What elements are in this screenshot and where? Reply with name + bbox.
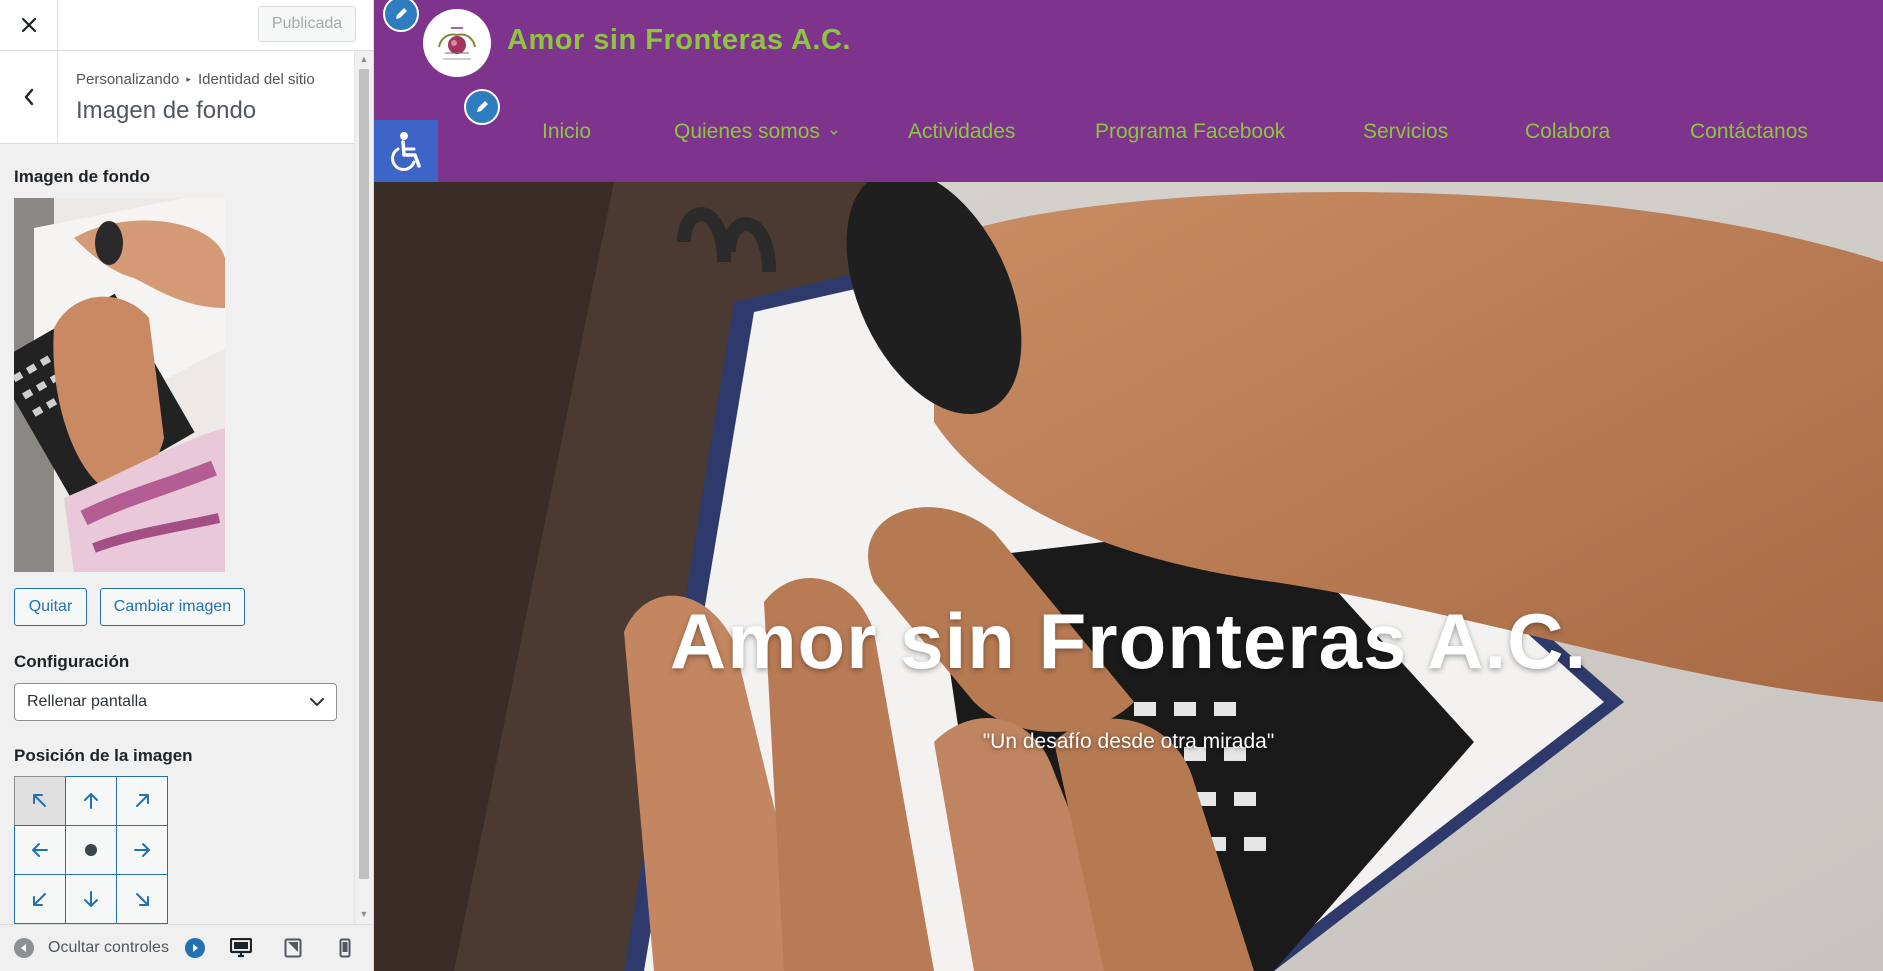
close-customizer-button[interactable] [0,0,58,50]
position-right-button[interactable] [115,824,168,875]
scroll-down-arrow-icon[interactable]: ▼ [359,909,369,919]
nav-item-actividades[interactable]: Actividades [908,120,1015,144]
nav-item-quienes-somos[interactable]: Quienes somos [674,120,839,144]
nav-item-servicios[interactable]: Servicios [1363,120,1448,144]
position-center-button[interactable] [64,824,117,875]
chevron-down-icon [830,130,838,136]
hero-title: Amor sin Fronteras A.C. [669,597,1588,685]
collapse-sidebar-button[interactable]: Ocultar controles [14,938,170,958]
site-logo[interactable] [423,9,491,77]
main-navigation: Inicio Quienes somos Actividades Program… [374,120,1883,150]
position-bottom-right-button[interactable] [115,873,168,924]
tablet-icon [284,938,302,958]
collapse-sidebar-label: Ocultar controles [48,939,169,956]
chevron-down-icon [310,698,324,706]
nav-item-label: Quienes somos [674,120,820,143]
site-preview: Amor sin Fronteras A.C. Inicio Quienes s… [374,0,1883,971]
chevron-left-icon [24,88,33,106]
pencil-icon [477,101,488,112]
back-button[interactable] [0,51,58,143]
nav-item-colabora[interactable]: Colabora [1525,120,1610,144]
hero-section: Amor sin Fronteras A.C. "Un desafío desd… [374,182,1883,971]
section-title: Imagen de fondo [76,97,257,124]
image-position-grid [13,775,168,924]
background-image-label: Imagen de fondo [14,167,150,186]
device-desktop-button[interactable] [230,937,252,959]
arrow-down-icon [83,890,98,907]
sidebar-scrollbar[interactable]: ▲ ▼ [354,51,372,924]
edit-shortcut-logo[interactable] [383,0,419,32]
arrow-down-right-icon [135,892,149,906]
breadcrumb-root: Personalizando [76,71,180,88]
preview-expand-button[interactable] [184,937,206,959]
nav-item-inicio[interactable]: Inicio [542,120,591,144]
nav-item-contactanos[interactable]: Contáctanos [1690,120,1808,144]
background-photo-thumbnail [14,198,225,572]
breadcrumb: Personalizando ▸ Identidad del sitio [76,71,315,88]
arrow-left-icon [31,842,48,857]
arrow-down-left-icon [32,892,46,906]
remove-image-button[interactable]: Quitar [14,588,87,626]
position-bottom-button[interactable] [64,873,117,924]
background-image-thumbnail[interactable] [14,198,225,572]
close-icon [21,17,36,33]
desktop-icon [230,938,252,958]
section-header: Personalizando ▸ Identidad del sitio Image… [0,51,354,144]
site-title[interactable]: Amor sin Fronteras A.C. [507,24,851,57]
position-top-left-button[interactable] [13,775,66,826]
hero-background-photo [374,182,1883,971]
nav-item-programa-facebook[interactable]: Programa Facebook [1095,120,1285,144]
configuration-label: Configuración [14,652,130,671]
customizer-sidebar: Publicada Personalizando ▸ Identidad del s… [0,0,374,971]
breadcrumb-separator: ▸ [186,74,191,84]
image-position-label: Posición de la imagen [14,746,193,765]
configuration-select[interactable]: Rellenar pantalla [14,683,337,721]
device-tablet-button[interactable] [282,937,304,959]
position-left-button[interactable] [13,824,66,875]
mobile-icon [339,938,351,958]
arrow-up-left-icon [32,793,46,807]
dot-icon [84,843,97,856]
position-bottom-left-button[interactable] [13,873,66,924]
arrow-up-right-icon [135,793,149,807]
customizer-topbar: Publicada [0,0,373,51]
scrollbar-thumb[interactable] [359,69,369,879]
site-header: Amor sin Fronteras A.C. Inicio Quienes s… [374,0,1883,182]
customizer-footer: Ocultar controles [0,924,373,971]
collapse-arrow-icon [14,938,34,958]
configuration-selected-value: Rellenar pantalla [27,693,148,710]
change-image-button[interactable]: Cambiar imagen [100,588,245,626]
section-controls: Imagen de fondo Quitar Cambiar imagen Co… [0,144,354,924]
pencil-icon [396,8,407,19]
hero-subtitle: "Un desafío desde otra mirada" [982,730,1275,753]
play-icon [185,938,205,958]
site-logo-image [429,15,485,71]
position-top-right-button[interactable] [115,775,168,826]
arrow-right-icon [133,842,150,857]
breadcrumb-parent: Identidad del sitio [197,71,315,88]
publish-button[interactable]: Publicada [258,6,356,42]
arrow-up-icon [83,792,98,809]
scroll-up-arrow-icon[interactable]: ▲ [359,54,369,64]
device-mobile-button[interactable] [334,937,356,959]
position-top-button[interactable] [64,775,117,826]
